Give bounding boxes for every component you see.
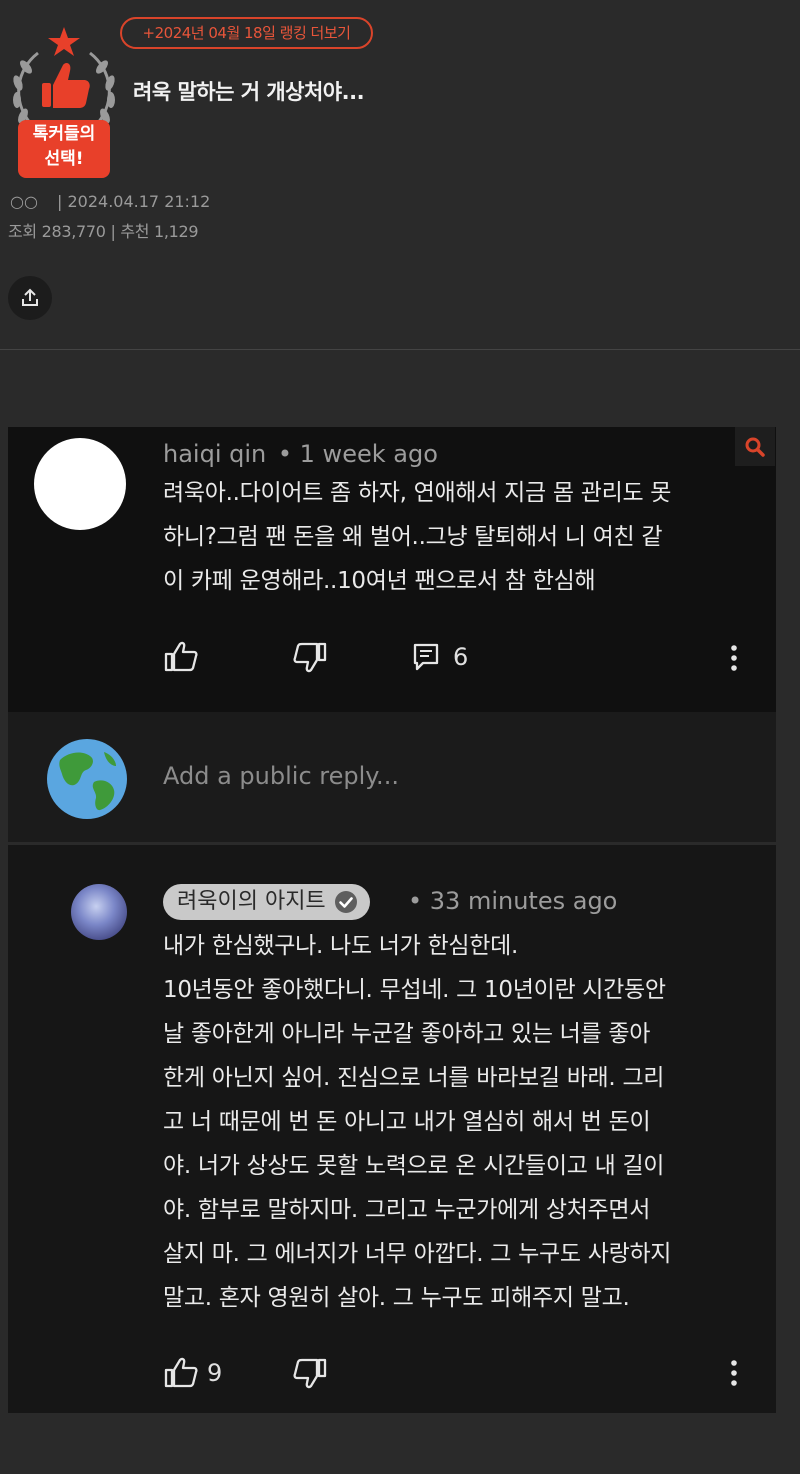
post-datetime: | 2024.04.17 21:12 — [57, 192, 211, 211]
comment-line: 고 너 때문에 번 돈 아니고 내가 열심히 해서 번 돈이 — [163, 1109, 651, 1135]
thumbs-down-icon — [293, 642, 327, 673]
more-vert-icon — [731, 1360, 737, 1386]
comment-text: 려욱아..다이어트 좀 하자, 연애해서 지금 몸 관리도 못 하니?그럼 팬 … — [163, 471, 763, 603]
comment-line: 내가 한심했구나. 나도 너가 한심한데. — [163, 933, 518, 959]
globe-avatar-icon — [46, 738, 128, 820]
comment-line: 날 좋아한게 아니라 누군갈 좋아하고 있는 너를 좋아 — [163, 1021, 651, 1047]
post-meta: ○○ | 2024.04.17 21:12 — [10, 192, 210, 211]
comment-line: 말고. 혼자 영원히 살아. 그 누구도 피해주지 말고. — [163, 1285, 630, 1311]
reply-input[interactable]: Add a public reply... — [163, 762, 399, 790]
comment-author[interactable]: haiqi qin — [163, 440, 266, 468]
like-count: 9 — [207, 1359, 223, 1387]
comment-line: 살지 마. 그 에너지가 너무 아깝다. 그 누구도 사랑하지 — [163, 1241, 672, 1267]
search-button[interactable] — [735, 427, 775, 466]
comment-line: 이 카페 운영해라..10여년 팬으로서 참 한심해 — [163, 568, 596, 594]
thumbs-down-icon — [293, 1358, 327, 1389]
comment-text: 내가 한심했구나. 나도 너가 한심한데. 10년동안 좋아했다니. 무섭네. … — [163, 924, 763, 1320]
comment-line: 한게 아닌지 싶어. 진심으로 너를 바라보길 바래. 그리 — [163, 1065, 665, 1091]
post-stats: 조회 283,770 | 추천 1,129 — [8, 222, 199, 241]
dislike-button[interactable] — [292, 641, 328, 677]
comment-line: 10년동안 좋아했다니. 무섭네. 그 10년이란 시간동안 — [163, 977, 666, 1003]
like-button[interactable] — [163, 641, 199, 677]
reply-icon — [413, 643, 439, 671]
more-options-button[interactable] — [730, 1359, 738, 1391]
thumbs-up-icon — [164, 1357, 198, 1388]
ranking-more-link[interactable]: +2024년 04월 18일 랭킹 더보기 — [120, 17, 373, 49]
comment-author: 려욱이의 아지트 — [177, 889, 326, 914]
comment-header: haiqi qin • 1 week ago — [163, 440, 438, 468]
comment-line: 려욱아..다이어트 좀 하자, 연애해서 지금 몸 관리도 못 — [163, 480, 672, 506]
comment-time: • 1 week ago — [277, 440, 438, 468]
post-author: ○○ — [10, 192, 38, 211]
search-icon — [745, 437, 765, 457]
comment-time: • 33 minutes ago — [408, 887, 618, 915]
verified-check-icon — [334, 891, 357, 913]
badge-text: 톡커들의 선택! — [18, 122, 110, 172]
header-divider — [0, 349, 800, 350]
channel-owner-badge[interactable]: 려욱이의 아지트 — [163, 884, 370, 920]
badge-line-2: 선택! — [44, 149, 84, 169]
avatar[interactable] — [34, 438, 126, 530]
comment-line: 야. 함부로 말하지마. 그리고 누군가에게 상처주면서 — [163, 1197, 651, 1223]
thumbs-up-icon — [164, 641, 198, 672]
more-vert-icon — [731, 645, 737, 671]
reply-count: 6 — [453, 643, 469, 671]
share-button[interactable] — [8, 276, 52, 320]
more-options-button[interactable] — [730, 644, 738, 676]
post-title: 려욱 말하는 거 개상처야... — [133, 80, 365, 104]
comment-line: 야. 너가 상상도 못할 노력으로 온 시간들이고 내 길이 — [163, 1153, 665, 1179]
dislike-button[interactable] — [292, 1357, 328, 1393]
like-button[interactable]: 9 — [163, 1357, 222, 1389]
replies-button[interactable]: 6 — [413, 643, 468, 671]
share-icon — [22, 288, 38, 306]
comment-line: 하니?그럼 팬 돈을 왜 벌어..그냥 탈퇴해서 니 여친 같 — [163, 524, 663, 550]
avatar[interactable] — [71, 884, 127, 940]
badge-line-1: 톡커들의 — [32, 124, 96, 144]
